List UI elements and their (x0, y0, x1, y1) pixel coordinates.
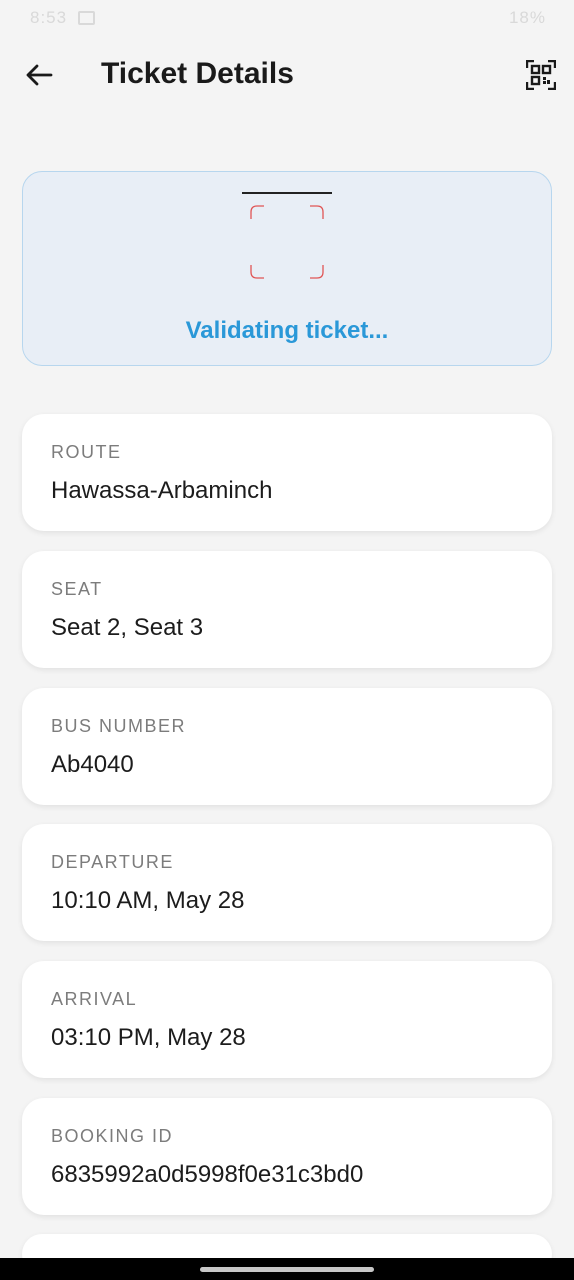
arrow-left-icon (26, 64, 53, 86)
validation-status: Validating ticket... (185, 317, 389, 344)
bus-number-value: Ab4040 (51, 751, 134, 778)
route-value: Hawassa-Arbaminch (51, 477, 273, 504)
page-title: Ticket Details (101, 57, 294, 90)
departure-label: DEPARTURE (51, 852, 174, 872)
status-time: 8:53 (30, 8, 68, 27)
booking-id-card: BOOKING ID 6835992a0d5998f0e31c3bd0 (22, 1098, 552, 1215)
scan-frame-icon (250, 205, 324, 279)
departure-card: DEPARTURE 10:10 AM, May 28 (22, 824, 552, 941)
navigation-bar (0, 1258, 574, 1280)
qr-scan-button[interactable] (525, 59, 557, 91)
scan-line (242, 192, 332, 194)
back-button[interactable] (22, 58, 56, 92)
arrival-value: 03:10 PM, May 28 (51, 1024, 246, 1051)
departure-value: 10:10 AM, May 28 (51, 887, 245, 914)
arrival-label: ARRIVAL (51, 989, 138, 1009)
qr-code-scan-icon (525, 59, 557, 91)
battery-percent: 18% (508, 8, 546, 27)
booking-id-value: 6835992a0d5998f0e31c3bd0 (51, 1161, 364, 1188)
seat-label: SEAT (51, 579, 103, 599)
home-handle[interactable] (200, 1267, 374, 1272)
validation-panel: Validating ticket... (22, 171, 552, 366)
bus-number-label: BUS NUMBER (51, 716, 187, 736)
seat-value: Seat 2, Seat 3 (51, 614, 204, 641)
image-icon (78, 11, 95, 25)
booking-id-label: BOOKING ID (51, 1126, 174, 1146)
app-bar: Ticket Details (0, 40, 574, 112)
status-bar: 8:53 18% (0, 0, 574, 36)
route-card: ROUTE Hawassa-Arbaminch (22, 414, 552, 531)
route-label: ROUTE (51, 442, 122, 462)
arrival-card: ARRIVAL 03:10 PM, May 28 (22, 961, 552, 1078)
bus-number-card: BUS NUMBER Ab4040 (22, 688, 552, 805)
seat-card: SEAT Seat 2, Seat 3 (22, 551, 552, 668)
